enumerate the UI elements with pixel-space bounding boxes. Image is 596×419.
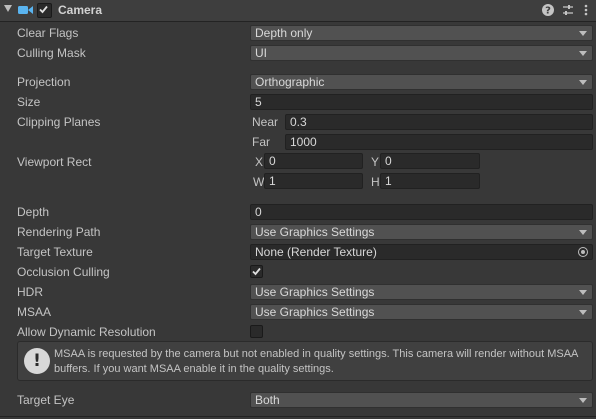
- near-value: 0.3: [290, 115, 307, 129]
- allow-dynamic-resolution-checkbox[interactable]: [250, 325, 263, 338]
- culling-mask-dropdown[interactable]: UI: [250, 45, 593, 61]
- projection-dropdown[interactable]: Orthographic: [250, 74, 593, 90]
- viewport-h-field[interactable]: 1: [380, 173, 480, 189]
- svg-text:?: ?: [545, 6, 551, 17]
- clear-flags-value: Depth only: [255, 26, 313, 40]
- depth-field[interactable]: 0: [250, 204, 593, 220]
- hdr-dropdown[interactable]: Use Graphics Settings: [250, 284, 593, 300]
- viewport-x-value: 0: [269, 154, 276, 168]
- rendering-path-label: Rendering Path: [17, 225, 101, 239]
- viewport-w-label: W: [253, 175, 265, 189]
- size-label: Size: [17, 95, 41, 109]
- context-menu-icon[interactable]: [579, 3, 593, 17]
- foldout-arrow-icon[interactable]: [4, 5, 12, 12]
- warning-icon: [24, 348, 50, 374]
- component-title: Camera: [58, 3, 103, 17]
- msaa-warning-helpbox: MSAA is requested by the camera but not …: [17, 341, 593, 381]
- viewport-y-field[interactable]: 0: [380, 153, 480, 169]
- viewport-h-label: H: [371, 175, 380, 189]
- viewport-w-value: 1: [269, 174, 276, 188]
- dropdown-arrow-icon: [579, 310, 587, 315]
- target-texture-value: None (Render Texture): [255, 245, 377, 259]
- depth-value: 0: [255, 205, 262, 219]
- viewport-w-field[interactable]: 1: [264, 173, 363, 189]
- checkmark-icon: [39, 5, 48, 14]
- far-label: Far: [252, 135, 270, 149]
- msaa-dropdown[interactable]: Use Graphics Settings: [250, 304, 593, 320]
- far-value: 1000: [290, 135, 317, 149]
- help-icon[interactable]: ?: [541, 3, 555, 17]
- target-texture-label: Target Texture: [17, 245, 93, 259]
- viewport-h-value: 1: [385, 174, 392, 188]
- msaa-warning-text: MSAA is requested by the camera but not …: [54, 347, 590, 377]
- size-value: 5: [255, 95, 262, 109]
- dropdown-arrow-icon: [579, 51, 587, 56]
- clear-flags-dropdown[interactable]: Depth only: [250, 25, 593, 41]
- dropdown-arrow-icon: [579, 398, 587, 403]
- dropdown-arrow-icon: [579, 80, 587, 85]
- clear-flags-label: Clear Flags: [17, 26, 79, 40]
- target-texture-field[interactable]: None (Render Texture): [250, 244, 593, 260]
- allow-dynamic-resolution-label: Allow Dynamic Resolution: [17, 325, 156, 339]
- dropdown-arrow-icon: [579, 31, 587, 36]
- checkmark-icon: [252, 267, 261, 276]
- projection-label: Projection: [17, 75, 71, 89]
- clipping-planes-label: Clipping Planes: [17, 115, 101, 129]
- component-header: Camera ?: [0, 0, 596, 22]
- rendering-path-value: Use Graphics Settings: [255, 225, 375, 239]
- viewport-rect-label: Viewport Rect: [17, 155, 92, 169]
- rendering-path-dropdown[interactable]: Use Graphics Settings: [250, 224, 593, 240]
- dropdown-arrow-icon: [579, 230, 587, 235]
- msaa-label: MSAA: [17, 305, 52, 319]
- culling-mask-value: UI: [255, 46, 267, 60]
- occlusion-culling-checkbox[interactable]: [250, 265, 263, 278]
- target-eye-value: Both: [255, 393, 280, 407]
- depth-label: Depth: [17, 205, 50, 219]
- projection-value: Orthographic: [255, 75, 325, 89]
- viewport-x-field[interactable]: 0: [264, 153, 363, 169]
- component-enabled-checkbox[interactable]: [37, 3, 52, 18]
- hdr-label: HDR: [17, 285, 43, 299]
- occlusion-culling-label: Occlusion Culling: [17, 265, 110, 279]
- near-label: Near: [252, 115, 279, 129]
- component-divider: [0, 416, 596, 417]
- target-eye-label: Target Eye: [17, 393, 75, 407]
- msaa-warning-line-2: buffers. If you want MSAA enable it in t…: [54, 363, 334, 375]
- hdr-value: Use Graphics Settings: [255, 285, 375, 299]
- far-field[interactable]: 1000: [285, 134, 593, 150]
- viewport-y-value: 0: [385, 154, 392, 168]
- viewport-y-label: Y: [371, 155, 380, 169]
- target-eye-dropdown[interactable]: Both: [250, 392, 593, 408]
- near-field[interactable]: 0.3: [285, 114, 593, 130]
- viewport-x-label: X: [255, 155, 264, 169]
- size-field[interactable]: 5: [250, 94, 593, 110]
- object-picker-icon[interactable]: [578, 247, 588, 257]
- camera-icon: [18, 6, 33, 14]
- dropdown-arrow-icon: [579, 290, 587, 295]
- msaa-warning-line-1: MSAA is requested by the camera but not …: [54, 348, 579, 360]
- culling-mask-label: Culling Mask: [17, 46, 86, 60]
- presets-icon[interactable]: [561, 3, 575, 17]
- msaa-value: Use Graphics Settings: [255, 305, 375, 319]
